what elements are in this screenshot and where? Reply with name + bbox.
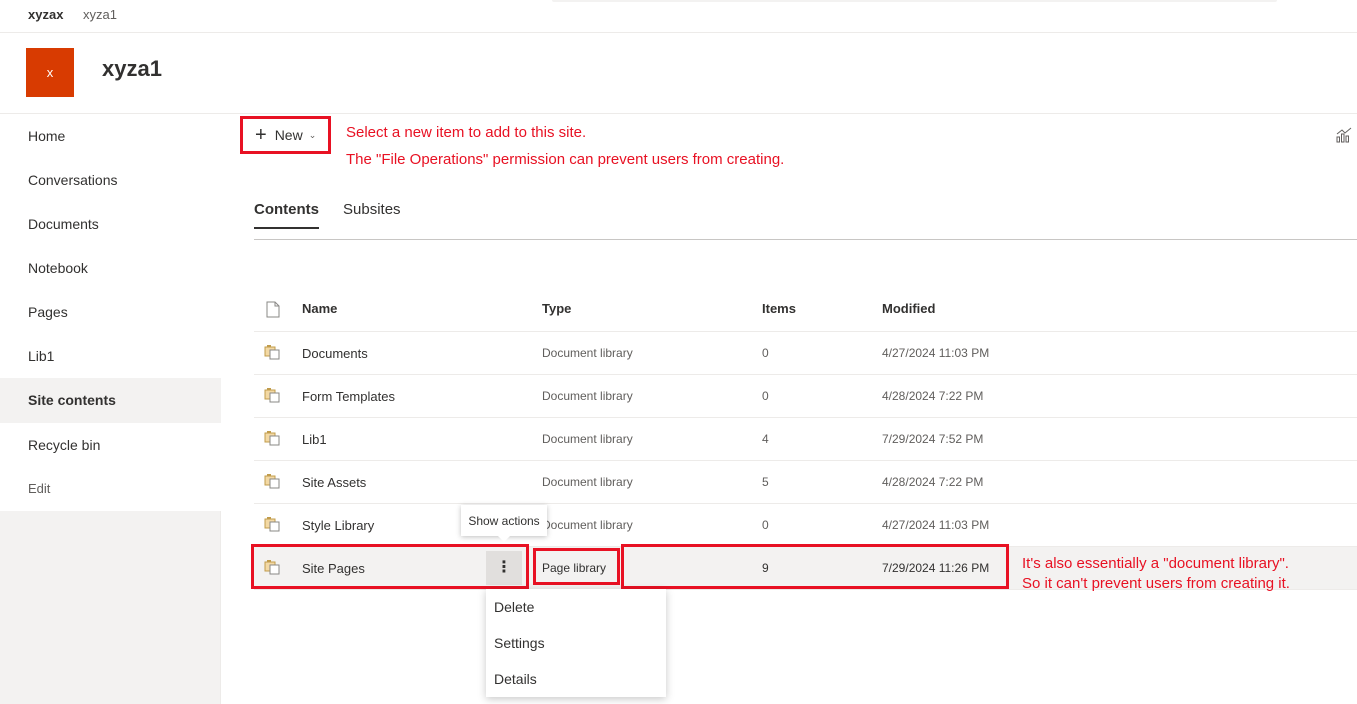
analytics-icon[interactable] — [1336, 127, 1352, 143]
menu-item-details[interactable]: Details — [486, 661, 666, 697]
annotation-row-line2: So it can't prevent users from creating … — [1022, 575, 1290, 592]
row-name[interactable]: Lib1 — [302, 432, 327, 447]
table-row[interactable]: Style Library Document library 0 4/27/20… — [254, 504, 1357, 547]
row-name[interactable]: Form Templates — [302, 389, 395, 404]
context-menu: Delete Settings Details — [486, 589, 666, 697]
highlight-box-name — [251, 544, 529, 589]
table-row[interactable]: Lib1 Document library 4 7/29/2024 7:52 P… — [254, 418, 1357, 461]
show-actions-tooltip: Show actions — [461, 505, 547, 536]
row-name[interactable]: Site Assets — [302, 475, 366, 490]
nav-item-recycle-bin[interactable]: Recycle bin — [0, 423, 221, 467]
table-row[interactable]: Form Templates Document library 0 4/28/2… — [254, 375, 1357, 418]
row-items: 4 — [762, 432, 769, 446]
search-box-edge[interactable] — [552, 0, 1277, 2]
hub-site-link[interactable]: xyzax — [28, 7, 63, 22]
nav-item-notebook[interactable]: Notebook — [0, 246, 221, 290]
row-items: 5 — [762, 475, 769, 489]
row-name[interactable]: Style Library — [302, 518, 374, 533]
tab-contents[interactable]: Contents — [254, 201, 319, 218]
menu-item-settings[interactable]: Settings — [486, 625, 666, 661]
left-navigation: Home Conversations Documents Notebook Pa… — [0, 114, 221, 704]
chevron-down-icon: ⌄ — [308, 129, 317, 140]
tooltip-arrow — [497, 535, 511, 542]
nav-item-lib1[interactable]: Lib1 — [0, 334, 221, 378]
row-modified: 7/29/2024 7:52 PM — [882, 432, 984, 446]
site-logo-letter: x — [46, 65, 54, 80]
new-button[interactable]: + New ⌄ — [240, 116, 331, 154]
row-modified: 4/27/2024 11:03 PM — [882, 518, 990, 532]
row-modified: 4/28/2024 7:22 PM — [882, 389, 984, 403]
tooltip-text: Show actions — [468, 513, 540, 528]
nav-item-conversations[interactable]: Conversations — [0, 158, 221, 202]
library-icon — [264, 345, 280, 360]
library-icon — [264, 474, 280, 489]
column-header-name[interactable]: Name — [302, 301, 337, 316]
nav-item-home[interactable]: Home — [0, 114, 221, 158]
library-icon — [264, 388, 280, 403]
row-items: 0 — [762, 389, 769, 403]
site-link[interactable]: xyza1 — [83, 7, 117, 22]
row-modified: 4/27/2024 11:03 PM — [882, 346, 990, 360]
row-type: Document library — [542, 389, 633, 403]
annotation-new-line2: The "File Operations" permission can pre… — [346, 151, 785, 168]
plus-icon: + — [255, 124, 267, 146]
column-header-type[interactable]: Type — [542, 301, 571, 316]
nav-item-site-contents[interactable]: Site contents — [0, 378, 221, 423]
list-header: Name Type Items Modified — [254, 288, 1357, 332]
tab-subsites[interactable]: Subsites — [343, 201, 401, 218]
row-type: Document library — [542, 518, 633, 532]
row-name[interactable]: Documents — [302, 346, 368, 361]
tabs-divider — [254, 239, 1357, 240]
highlight-box-details — [621, 544, 1009, 589]
nav-item-documents[interactable]: Documents — [0, 202, 221, 246]
annotation-new-line1: Select a new item to add to this site. — [346, 124, 587, 141]
row-type: Document library — [542, 346, 633, 360]
library-icon — [264, 431, 280, 446]
site-title[interactable]: xyza1 — [102, 56, 162, 82]
row-modified: 4/28/2024 7:22 PM — [882, 475, 984, 489]
suite-bar: xyzax xyza1 — [0, 0, 1357, 33]
library-icon — [264, 517, 280, 532]
document-icon — [266, 301, 280, 318]
site-logo[interactable]: x — [26, 48, 74, 97]
row-items: 0 — [762, 518, 769, 532]
nav-item-pages[interactable]: Pages — [0, 290, 221, 334]
highlight-box-type — [533, 548, 620, 585]
row-type: Document library — [542, 432, 633, 446]
site-header: x xyza1 — [0, 33, 1357, 114]
menu-item-delete[interactable]: Delete — [486, 589, 666, 625]
annotation-row-line1: It's also essentially a "document librar… — [1022, 555, 1289, 572]
row-type: Document library — [542, 475, 633, 489]
nav-edit-link[interactable]: Edit — [0, 467, 221, 511]
row-items: 0 — [762, 346, 769, 360]
column-header-modified[interactable]: Modified — [882, 301, 935, 316]
table-row[interactable]: Documents Document library 0 4/27/2024 1… — [254, 332, 1357, 375]
table-row[interactable]: Site Assets Document library 5 4/28/2024… — [254, 461, 1357, 504]
column-header-items[interactable]: Items — [762, 301, 796, 316]
active-tab-indicator — [254, 227, 319, 229]
new-button-label: New — [274, 127, 303, 143]
